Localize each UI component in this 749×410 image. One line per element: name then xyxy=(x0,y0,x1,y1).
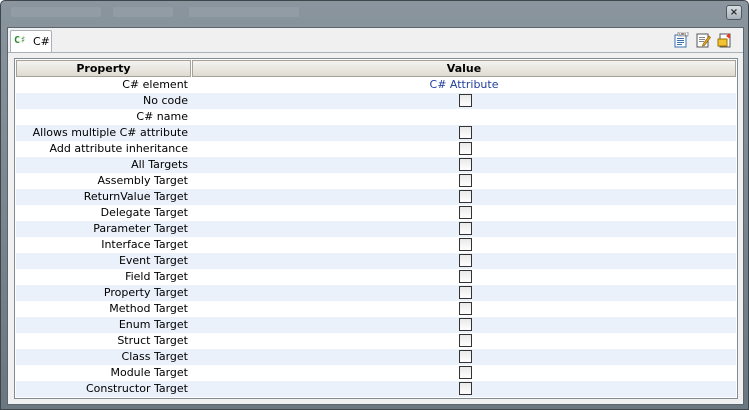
property-label: C# element xyxy=(122,78,188,91)
property-label: Field Target xyxy=(125,270,188,283)
value-checkbox[interactable] xyxy=(459,94,472,107)
title-bar-blurred-text xyxy=(189,7,299,17)
property-label: Delegate Target xyxy=(100,206,188,219)
property-label: Parameter Target xyxy=(93,222,188,235)
table-row[interactable]: Method Target xyxy=(16,301,736,317)
title-bar-blurred-text xyxy=(11,7,101,17)
table-row[interactable]: All Targets xyxy=(16,157,736,173)
value-checkbox[interactable] xyxy=(459,302,472,315)
tab-strip: C♯ C# UML xyxy=(8,28,743,53)
edit-document-icon[interactable] xyxy=(695,32,711,48)
title-bar-blurred-text xyxy=(113,7,173,17)
table-row[interactable]: ReturnValue Target xyxy=(16,189,736,205)
property-rows: C# element C# Attribute No code C# name Allo… xyxy=(16,77,736,397)
svg-text:UML: UML xyxy=(679,32,687,36)
table-row[interactable]: Struct Target xyxy=(16,333,736,349)
table-row[interactable]: Module Target xyxy=(16,365,736,381)
property-value xyxy=(192,285,736,301)
value-checkbox[interactable] xyxy=(459,126,472,139)
table-row[interactable]: Enum Target xyxy=(16,317,736,333)
property-value xyxy=(192,173,736,189)
property-label: Module Target xyxy=(110,366,188,379)
value-checkbox[interactable] xyxy=(459,318,472,331)
property-value xyxy=(192,301,736,317)
column-header-value[interactable]: Value xyxy=(192,60,736,77)
property-label: Event Target xyxy=(118,254,188,267)
column-header-property[interactable]: Property xyxy=(16,60,191,77)
property-value[interactable]: C# Attribute xyxy=(192,77,736,93)
value-checkbox[interactable] xyxy=(459,334,472,347)
property-value xyxy=(192,381,736,397)
csharp-icon: C♯ xyxy=(14,35,27,46)
property-value xyxy=(192,205,736,221)
table-row[interactable]: Add attribute inheritance xyxy=(16,141,736,157)
close-button[interactable]: × xyxy=(726,5,742,20)
property-grid: Property Value C# element C# Attribute No … xyxy=(14,58,738,399)
property-value xyxy=(192,141,736,157)
property-value[interactable] xyxy=(192,109,736,125)
value-checkbox[interactable] xyxy=(459,222,472,235)
property-label: Method Target xyxy=(109,302,188,315)
value-checkbox[interactable] xyxy=(459,190,472,203)
property-value xyxy=(192,269,736,285)
property-value xyxy=(192,317,736,333)
value-checkbox[interactable] xyxy=(459,350,472,363)
table-row[interactable]: Interface Target xyxy=(16,237,736,253)
value-checkbox[interactable] xyxy=(459,286,472,299)
table-row[interactable]: C# element C# Attribute xyxy=(16,77,736,93)
property-value xyxy=(192,333,736,349)
table-row[interactable]: Constructor Target xyxy=(16,381,736,397)
value-checkbox[interactable] xyxy=(459,142,472,155)
table-row[interactable]: C# name xyxy=(16,109,736,125)
table-row[interactable]: Field Target xyxy=(16,269,736,285)
tab-label: C# xyxy=(33,35,50,48)
property-value xyxy=(192,253,736,269)
property-label: Property Target xyxy=(103,286,188,299)
uml-document-icon[interactable]: UML xyxy=(673,32,689,48)
client-area: C♯ C# UML Property Value C# element C# A… xyxy=(7,27,744,405)
property-label: Assembly Target xyxy=(97,174,188,187)
property-label: All Targets xyxy=(131,158,188,171)
property-value xyxy=(192,237,736,253)
property-value xyxy=(192,365,736,381)
property-value xyxy=(192,125,736,141)
value-checkbox[interactable] xyxy=(459,206,472,219)
property-label: Interface Target xyxy=(101,238,188,251)
value-checkbox[interactable] xyxy=(459,254,472,267)
property-value xyxy=(192,221,736,237)
tab-csharp[interactable]: C♯ C# xyxy=(10,30,52,52)
value-checkbox[interactable] xyxy=(459,270,472,283)
value-checkbox[interactable] xyxy=(459,158,472,171)
table-row[interactable]: Allows multiple C# attribute xyxy=(16,125,736,141)
table-row[interactable]: Event Target xyxy=(16,253,736,269)
property-value xyxy=(192,93,736,109)
table-row[interactable]: Class Target xyxy=(16,349,736,365)
property-value xyxy=(192,157,736,173)
value-checkbox[interactable] xyxy=(459,366,472,379)
value-checkbox[interactable] xyxy=(459,174,472,187)
property-label: Allows multiple C# attribute xyxy=(32,126,188,139)
property-label: Add attribute inheritance xyxy=(49,142,188,155)
property-label: Enum Target xyxy=(118,318,188,331)
property-label: Struct Target xyxy=(117,334,188,347)
table-row[interactable]: Delegate Target xyxy=(16,205,736,221)
property-label: No code xyxy=(143,94,188,107)
property-label: Constructor Target xyxy=(85,382,188,395)
table-row[interactable]: Assembly Target xyxy=(16,173,736,189)
property-value xyxy=(192,349,736,365)
table-row[interactable]: Property Target xyxy=(16,285,736,301)
value-checkbox[interactable] xyxy=(459,238,472,251)
property-label: ReturnValue Target xyxy=(83,190,188,203)
properties-window: × C♯ C# UML Property Value C# element C#… xyxy=(0,0,749,410)
property-value xyxy=(192,189,736,205)
property-label: Class Target xyxy=(121,350,188,363)
table-row[interactable]: No code xyxy=(16,93,736,109)
close-icon: × xyxy=(729,7,739,18)
export-document-icon[interactable] xyxy=(717,32,733,48)
value-checkbox[interactable] xyxy=(459,382,472,395)
table-row[interactable]: Parameter Target xyxy=(16,221,736,237)
property-label: C# name xyxy=(136,110,188,123)
title-bar[interactable]: × xyxy=(1,1,748,25)
